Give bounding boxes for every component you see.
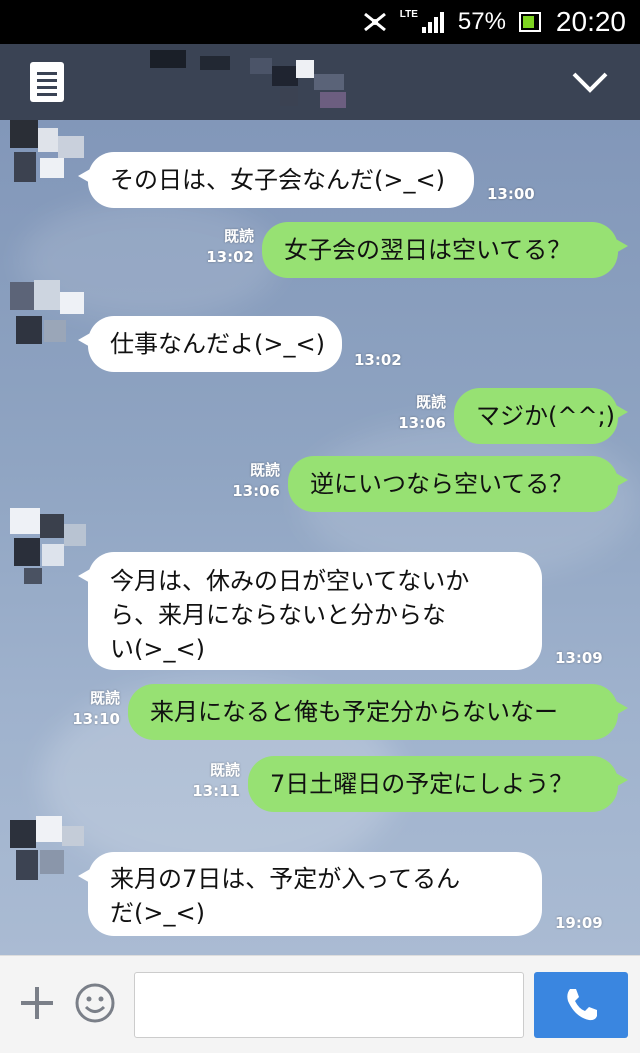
status-icons: LTE 57% 20:20: [362, 6, 626, 38]
read-receipt: 既読: [223, 227, 254, 245]
message-time: 13:11: [192, 782, 240, 800]
message-meta: 既読 13:11: [186, 760, 240, 802]
chat-area[interactable]: その日は、女子会なんだ(>_<) 13:00 既読 13:02 女子会の翌日は空…: [0, 120, 640, 955]
read-receipt: 既読: [89, 689, 120, 707]
avatar[interactable]: [10, 816, 90, 896]
battery-percentage: 57%: [457, 8, 506, 35]
input-bar: [0, 955, 640, 1053]
wifi-off-icon: [363, 12, 386, 32]
message-text: 来月になると俺も予定分からないなー: [150, 698, 558, 726]
message-bubble-incoming[interactable]: 来月の7日は、予定が入ってるん だ(>_<): [78, 852, 542, 936]
message-text: 仕事なんだよ(>_<): [110, 330, 325, 358]
message-text: 逆にいつなら空いてる？: [310, 470, 574, 498]
network-type: LTE: [399, 8, 418, 20]
message-bubble-incoming[interactable]: 今月は、休みの日が空いてないか ら、来月にならないと分からな い(>_<): [78, 552, 542, 670]
message-time: 13:10: [72, 710, 120, 728]
message-time: 19:09: [555, 914, 603, 932]
message-time: 13:06: [398, 414, 446, 432]
chevron-down-icon[interactable]: [570, 62, 610, 102]
read-receipt: 既読: [249, 461, 280, 479]
message-time: 13:00: [487, 185, 535, 203]
message-text: その日は、女子会なんだ(>_<): [110, 166, 445, 194]
message-bubble-outgoing[interactable]: マジか(^^;): [454, 388, 628, 444]
message-text-line: 今月は、休みの日が空いてないか: [110, 567, 470, 595]
contact-name-pixelated: [140, 48, 380, 112]
battery-icon: [518, 12, 541, 32]
call-button[interactable]: [534, 972, 628, 1038]
message-input[interactable]: [134, 972, 524, 1038]
plus-icon[interactable]: [18, 984, 56, 1022]
message-bubble-outgoing[interactable]: 女子会の翌日は空いてる？: [262, 222, 628, 278]
message-time: 13:02: [206, 248, 254, 266]
message-bubble-outgoing[interactable]: 逆にいつなら空いてる？: [288, 456, 628, 512]
message-time: 13:09: [555, 649, 603, 667]
status-bar: LTE 57% 20:20: [0, 0, 640, 44]
message-bubble-incoming[interactable]: 仕事なんだよ(>_<): [78, 316, 342, 372]
message-meta: 既読 13:06: [392, 392, 446, 434]
message-text: 7日土曜日の予定にしよう？: [270, 770, 574, 798]
message-text-line: だ(>_<): [110, 899, 205, 927]
message-text-line: 来月の7日は、予定が入ってるん: [110, 865, 461, 893]
avatar[interactable]: [10, 120, 90, 198]
message-meta: 既読 13:06: [226, 460, 280, 502]
message-text-line: い(>_<): [110, 635, 205, 663]
signal-icon: [421, 12, 444, 33]
avatar[interactable]: [10, 280, 90, 360]
clock: 20:20: [555, 6, 626, 37]
emoji-icon[interactable]: [74, 982, 116, 1024]
list-menu-icon[interactable]: [30, 62, 64, 102]
read-receipt: 既読: [209, 761, 240, 779]
message-bubble-outgoing[interactable]: 7日土曜日の予定にしよう？: [248, 756, 628, 812]
message-text-line: ら、来月にならないと分からな: [110, 601, 446, 629]
message-meta: 既読 13:02: [200, 226, 254, 268]
message-text: 女子会の翌日は空いてる？: [284, 236, 572, 264]
chat-header: [0, 44, 640, 120]
message-meta: 既読 13:10: [66, 688, 120, 730]
message-bubble-incoming[interactable]: その日は、女子会なんだ(>_<): [78, 152, 474, 208]
message-time: 13:02: [354, 351, 402, 369]
message-text: マジか(^^;): [476, 402, 616, 430]
message-bubble-outgoing[interactable]: 来月になると俺も予定分からないなー: [128, 684, 628, 740]
message-time: 13:06: [232, 482, 280, 500]
read-receipt: 既読: [415, 393, 446, 411]
phone-icon: [567, 989, 597, 1021]
